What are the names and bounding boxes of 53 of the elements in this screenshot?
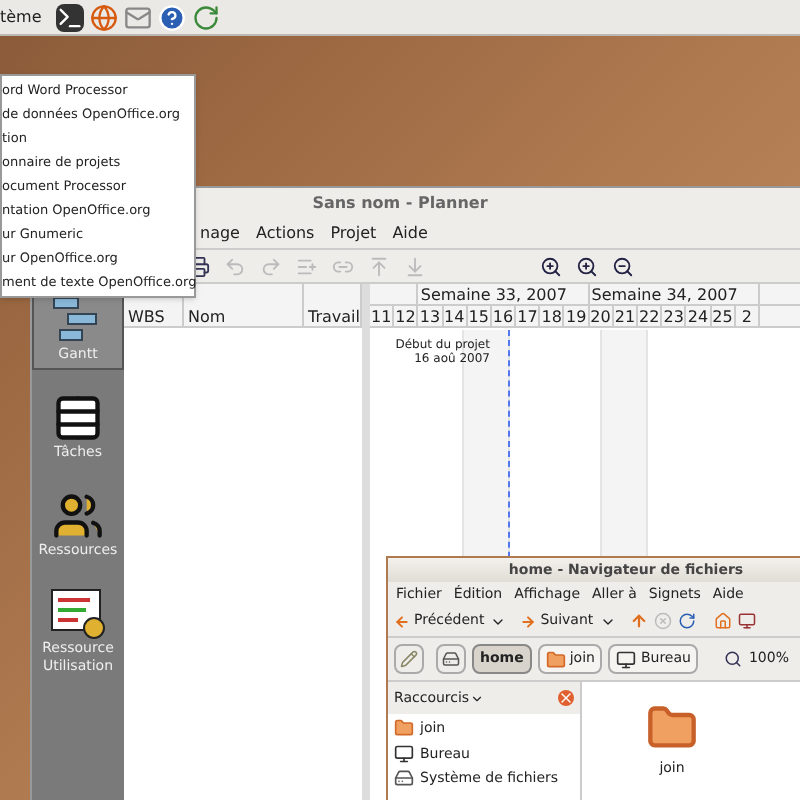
back-arrow-icon [394, 613, 410, 629]
day-header: 12 [394, 306, 419, 326]
system-menu[interactable]: tème [0, 5, 42, 29]
folder-icon [646, 702, 698, 754]
day-header: 21 [613, 306, 639, 326]
day-header: 25 [711, 306, 736, 326]
folder-icon [545, 649, 566, 669]
forward-arrow-icon [520, 613, 537, 629]
update-icon[interactable] [191, 3, 220, 31]
help-icon[interactable] [157, 3, 186, 31]
day-header: 20 [589, 306, 614, 326]
monitor-icon [616, 649, 637, 669]
edit-location-button[interactable] [394, 644, 424, 674]
mail-icon[interactable] [123, 3, 152, 31]
pencil-icon [400, 650, 418, 668]
home-icon[interactable] [713, 612, 732, 630]
window-title: Sans nom - Planner [312, 192, 488, 216]
day-header: 23 [662, 306, 687, 326]
day-header: 2 [735, 306, 760, 326]
week-header: Semaine 34, 2007 [589, 284, 761, 304]
day-header: 24 [686, 306, 712, 326]
day-header: 13 [418, 306, 444, 326]
usage-chart-icon [50, 588, 106, 640]
day-header: 19 [564, 306, 590, 326]
menu-item[interactable]: Actions [255, 222, 315, 246]
close-icon[interactable] [558, 690, 574, 706]
drive-icon [394, 768, 414, 789]
day-header: 16 [491, 306, 517, 326]
terminal-icon[interactable] [55, 3, 84, 31]
day-header: 14 [443, 306, 468, 326]
dropdown-icon [469, 691, 484, 705]
day-header: 11 [369, 306, 395, 326]
drive-button[interactable] [436, 644, 466, 674]
reload-icon[interactable] [677, 612, 696, 630]
day-header: 22 [638, 306, 663, 326]
computer-icon[interactable] [737, 612, 756, 630]
drive-icon [442, 650, 460, 668]
day-header: 17 [516, 306, 541, 326]
monitor-icon [394, 743, 414, 764]
day-header: 15 [467, 306, 492, 326]
folder-icon [394, 718, 414, 739]
zoom-fit-icon[interactable] [540, 255, 562, 277]
table-icon [52, 392, 104, 444]
zoom-out-icon[interactable] [612, 255, 634, 277]
menu-item[interactable]: nage [200, 222, 240, 246]
day-header: 18 [540, 306, 565, 326]
zoom-icon[interactable] [724, 650, 743, 668]
column-header[interactable]: Travail [304, 284, 362, 326]
week-header: Semaine 33, 2007 [418, 284, 590, 304]
zoom-in-icon[interactable] [576, 255, 598, 277]
menu-item[interactable]: Projet [330, 222, 377, 246]
up-icon[interactable] [629, 612, 648, 630]
menu-item[interactable]: Aide [392, 222, 428, 246]
